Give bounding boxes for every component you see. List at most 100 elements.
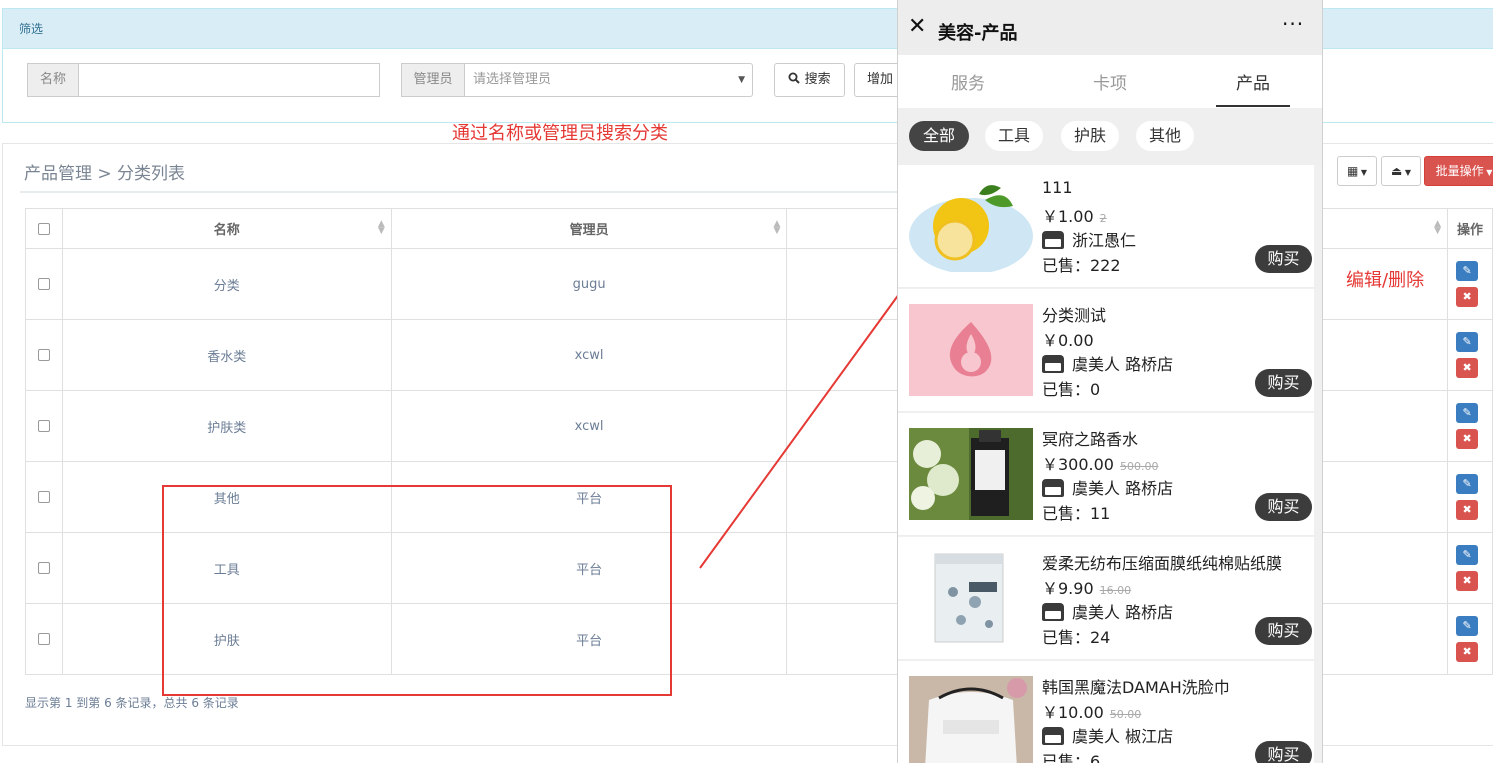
buy-button[interactable]: 购买 xyxy=(1255,369,1312,397)
shop-name: 虞美人 路桥店 xyxy=(1072,603,1174,622)
product-card[interactable]: 韩国黑魔法DAMAH洗脸巾 ￥10.00 50.00 虞美人 椒江店 已售：6 购… xyxy=(898,661,1314,763)
shop-info: 虞美人 路桥店 xyxy=(1042,599,1173,623)
row-checkbox-cell xyxy=(25,248,63,320)
row-ops: ✎ ✖ xyxy=(1447,603,1493,675)
row-checkbox[interactable] xyxy=(37,633,50,645)
columns-toggle-button[interactable]: ▦ ▼ xyxy=(1337,156,1377,186)
name-input[interactable] xyxy=(78,63,380,97)
delete-button[interactable]: ✖ xyxy=(1456,500,1479,520)
breadcrumb: 产品管理 > 分类列表 xyxy=(24,164,186,184)
row-checkbox[interactable] xyxy=(37,349,50,361)
product-card[interactable]: 冥府之路香水 ￥300.00 500.00 虞美人 路桥店 已售：11 购买 xyxy=(898,413,1314,536)
product-card[interactable]: 111 ￥1.00 2 浙江愚仁 已售：222 购买 xyxy=(898,165,1314,288)
edit-button[interactable]: ✎ xyxy=(1456,616,1479,636)
edit-icon: ✎ xyxy=(1462,264,1472,277)
row-checkbox-cell xyxy=(25,532,63,604)
batch-operations-button[interactable]: 批量操作 ▼ xyxy=(1424,156,1493,186)
shop-name: 虞美人 椒江店 xyxy=(1072,727,1174,746)
shop-info: 虞美人 椒江店 xyxy=(1042,723,1173,747)
pagination-info: 显示第 1 到第 6 条记录，总共 6 条记录 xyxy=(25,696,239,710)
tab-products[interactable]: 产品 xyxy=(1203,69,1303,94)
edit-button[interactable]: ✎ xyxy=(1456,332,1479,352)
shop-name: 虞美人 路桥店 xyxy=(1072,479,1174,498)
original-price: 50.00 xyxy=(1109,708,1142,721)
phone-title-bar: ✕ 美容-产品 ··· xyxy=(898,0,1322,55)
price-value: ￥9.90 xyxy=(1042,579,1094,598)
sold-count: 已售：24 xyxy=(1042,628,1111,647)
batch-label: 批量操作 xyxy=(1435,164,1484,178)
sold-count: 已售：6 xyxy=(1042,752,1101,763)
row-ops: ✎ ✖ xyxy=(1447,461,1493,533)
shop-info: 浙江愚仁 xyxy=(1042,227,1136,251)
sort-icon: ▲ ▼ xyxy=(1434,219,1442,236)
edit-icon: ✎ xyxy=(1462,619,1472,632)
original-price: 16.00 xyxy=(1099,584,1132,597)
search-annotation: 通过名称或管理员搜索分类 xyxy=(452,123,668,144)
tab-cards[interactable]: 卡项 xyxy=(1060,69,1160,94)
chip-other[interactable]: 其他 xyxy=(1136,121,1194,151)
row-ops: ✎ ✖ xyxy=(1447,248,1493,320)
phone-title: 美容-产品 xyxy=(938,23,1018,44)
more-icon[interactable]: ··· xyxy=(1282,12,1304,36)
product-name: 111 xyxy=(1042,178,1073,197)
annotation-highlight-box xyxy=(162,485,672,696)
header-name-label: 名称 xyxy=(213,223,240,238)
product-list: 111 ￥1.00 2 浙江愚仁 已售：222 购买 分类测试 ￥0.00 虞美人… xyxy=(898,165,1322,763)
export-button[interactable]: ⏏ ▼ xyxy=(1381,156,1421,186)
select-all-checkbox[interactable] xyxy=(37,222,50,235)
category-chips: 全部 工具 护肤 其他 xyxy=(898,108,1322,165)
chip-tools[interactable]: 工具 xyxy=(985,121,1043,151)
edit-button[interactable]: ✎ xyxy=(1456,261,1479,281)
sold-count: 已售：222 xyxy=(1042,256,1121,275)
edit-button[interactable]: ✎ xyxy=(1456,474,1479,494)
product-name: 韩国黑魔法DAMAH洗脸巾 xyxy=(1042,678,1230,697)
delete-icon: ✖ xyxy=(1462,645,1472,658)
delete-button[interactable]: ✖ xyxy=(1456,571,1479,591)
edit-button[interactable]: ✎ xyxy=(1456,403,1479,423)
row-ops: ✎ ✖ xyxy=(1447,319,1493,391)
phone-tabs: 服务 卡项 产品 xyxy=(898,55,1322,108)
product-image-lemon xyxy=(909,185,1033,272)
header-name[interactable]: 名称 ▲ ▼ xyxy=(61,208,392,249)
row-checkbox[interactable] xyxy=(37,278,50,290)
row-checkbox-cell xyxy=(25,319,63,391)
delete-icon: ✖ xyxy=(1462,290,1472,303)
header-ops: 操作 xyxy=(1447,208,1493,249)
buy-button[interactable]: 购买 xyxy=(1255,493,1312,521)
row-checkbox-cell xyxy=(25,390,63,462)
product-price: ￥0.00 xyxy=(1042,327,1094,351)
chip-skincare[interactable]: 护肤 xyxy=(1061,121,1119,151)
delete-button[interactable]: ✖ xyxy=(1456,429,1479,449)
sold-count: 已售：0 xyxy=(1042,380,1101,399)
manager-select[interactable]: 请选择管理员 ▼ xyxy=(464,63,753,97)
tab-services[interactable]: 服务 xyxy=(918,69,1018,94)
buy-button[interactable]: 购买 xyxy=(1255,741,1312,763)
product-card[interactable]: 分类测试 ￥0.00 虞美人 路桥店 已售：0 购买 xyxy=(898,289,1314,412)
close-icon[interactable]: ✕ xyxy=(908,16,926,38)
mobile-preview: ✕ 美容-产品 ··· 服务 卡项 产品 全部 工具 护肤 其他 111 ￥1.… xyxy=(897,0,1323,763)
delete-button[interactable]: ✖ xyxy=(1456,358,1479,378)
shop-icon xyxy=(1042,231,1064,249)
header-manager-label: 管理员 xyxy=(569,223,609,238)
edit-icon: ✎ xyxy=(1462,477,1472,490)
row-checkbox[interactable] xyxy=(37,491,50,503)
shop-icon xyxy=(1042,479,1064,497)
row-name: 护肤类 xyxy=(61,390,392,462)
sort-icon: ▲ ▼ xyxy=(377,219,385,236)
delete-icon: ✖ xyxy=(1462,361,1472,374)
edit-icon: ✎ xyxy=(1462,548,1472,561)
chip-all[interactable]: 全部 xyxy=(909,121,969,151)
header-ops-label: 操作 xyxy=(1457,223,1484,238)
search-button[interactable]: 搜索 xyxy=(774,63,845,97)
buy-button[interactable]: 购买 xyxy=(1255,245,1312,273)
price-value: ￥10.00 xyxy=(1042,703,1104,722)
delete-button[interactable]: ✖ xyxy=(1456,642,1479,662)
product-card[interactable]: 爱柔无纺布压缩面膜纸纯棉贴纸膜 ￥9.90 16.00 虞美人 路桥店 已售：24… xyxy=(898,537,1314,660)
delete-button[interactable]: ✖ xyxy=(1456,287,1479,307)
row-checkbox[interactable] xyxy=(37,420,50,432)
product-price: ￥300.00 500.00 xyxy=(1042,451,1159,475)
edit-button[interactable]: ✎ xyxy=(1456,545,1479,565)
buy-button[interactable]: 购买 xyxy=(1255,617,1312,645)
edit-icon: ✎ xyxy=(1462,335,1472,348)
row-checkbox[interactable] xyxy=(37,562,50,574)
